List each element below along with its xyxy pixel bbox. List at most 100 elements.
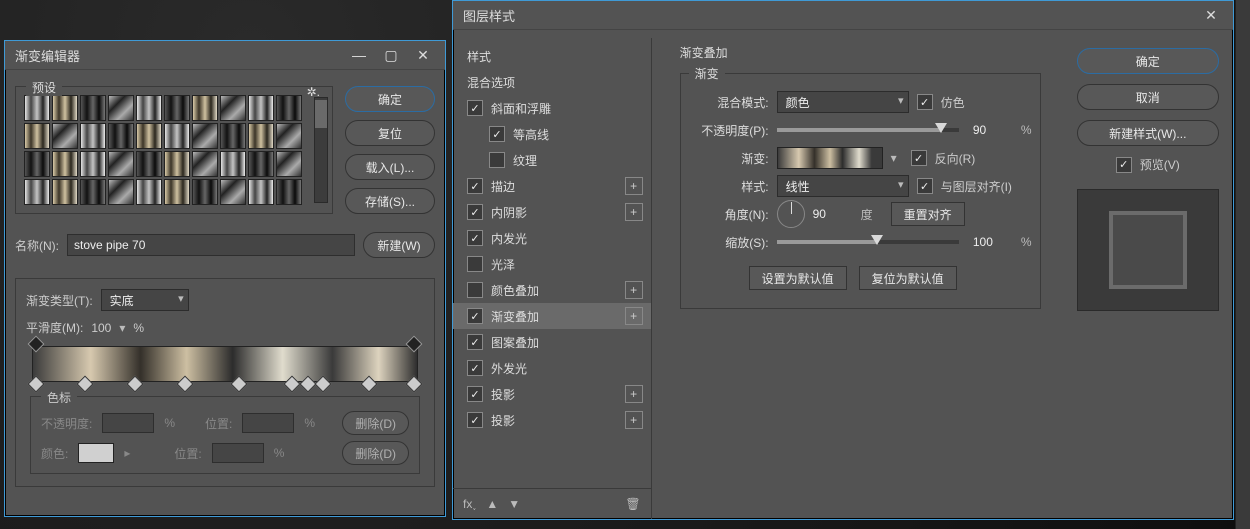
preset-swatch[interactable] xyxy=(220,179,246,205)
effect-outer-glow[interactable]: 外发光 xyxy=(453,355,651,381)
color-stop[interactable] xyxy=(77,376,94,393)
checkbox[interactable] xyxy=(467,386,483,402)
opacity-stop[interactable] xyxy=(406,336,423,353)
add-effect-icon[interactable]: + xyxy=(625,177,643,195)
gradient-editor-titlebar[interactable]: 渐变编辑器 — ▢ ✕ xyxy=(5,41,445,70)
load-button[interactable]: 载入(L)... xyxy=(345,154,435,180)
gradient-type-dropdown[interactable]: 实底 xyxy=(101,289,189,311)
opacity-stop[interactable] xyxy=(28,336,45,353)
preset-swatch[interactable] xyxy=(108,123,134,149)
reset-align-button[interactable]: 重置对齐 xyxy=(891,202,965,226)
preset-swatch[interactable] xyxy=(52,179,78,205)
checkbox[interactable] xyxy=(467,100,483,116)
effect-stroke[interactable]: 描边+ xyxy=(453,173,651,199)
preset-swatch[interactable] xyxy=(276,95,302,121)
fx-icon[interactable]: fx˯ xyxy=(463,497,476,511)
preset-swatch[interactable] xyxy=(80,179,106,205)
preset-swatch[interactable] xyxy=(136,151,162,177)
color-stop[interactable] xyxy=(230,376,247,393)
add-effect-icon[interactable]: + xyxy=(625,385,643,403)
preset-swatch[interactable] xyxy=(80,123,106,149)
preset-swatch[interactable] xyxy=(220,123,246,149)
preview-checkbox[interactable] xyxy=(1116,157,1132,173)
preset-swatch[interactable] xyxy=(24,179,50,205)
layer-style-titlebar[interactable]: 图层样式 ✕ xyxy=(453,1,1233,30)
preset-swatch[interactable] xyxy=(108,179,134,205)
maximize-button[interactable]: ▢ xyxy=(375,44,407,66)
gradient-name-field[interactable]: stove pipe 70 xyxy=(67,234,355,256)
preset-swatch[interactable] xyxy=(276,179,302,205)
preset-swatch[interactable] xyxy=(220,151,246,177)
angle-dial[interactable] xyxy=(777,200,805,228)
stop-color-location-input[interactable] xyxy=(212,443,264,463)
effect-drop-shadow-2[interactable]: 投影+ xyxy=(453,407,651,433)
preset-swatch[interactable] xyxy=(80,95,106,121)
checkbox[interactable] xyxy=(467,360,483,376)
preset-swatch[interactable] xyxy=(24,95,50,121)
preset-swatch[interactable] xyxy=(276,151,302,177)
delete-color-stop-button[interactable]: 删除(D) xyxy=(342,441,409,465)
new-button[interactable]: 新建(W) xyxy=(363,232,435,258)
reverse-checkbox[interactable] xyxy=(911,150,927,166)
checkbox[interactable] xyxy=(467,308,483,324)
delete-opacity-stop-button[interactable]: 删除(D) xyxy=(342,411,409,435)
stop-location-input[interactable] xyxy=(242,413,294,433)
move-down-icon[interactable]: ▼ xyxy=(508,497,520,511)
preset-swatch[interactable] xyxy=(136,179,162,205)
stop-opacity-input[interactable] xyxy=(102,413,154,433)
blend-options-item[interactable]: 混合选项 xyxy=(453,69,651,95)
effect-bevel[interactable]: 斜面和浮雕 xyxy=(453,95,651,121)
preset-swatch[interactable] xyxy=(24,123,50,149)
move-up-icon[interactable]: ▲ xyxy=(486,497,498,511)
close-button[interactable]: ✕ xyxy=(407,44,439,66)
color-stop[interactable] xyxy=(127,376,144,393)
checkbox[interactable] xyxy=(467,256,483,272)
gradient-ramp[interactable] xyxy=(32,346,418,382)
effect-pattern-overlay[interactable]: 图案叠加 xyxy=(453,329,651,355)
angle-value[interactable]: 90 xyxy=(813,207,853,221)
preset-swatch[interactable] xyxy=(164,179,190,205)
checkbox[interactable] xyxy=(489,126,505,142)
make-default-button[interactable]: 设置为默认值 xyxy=(749,266,847,290)
preset-swatch[interactable] xyxy=(108,151,134,177)
preset-swatch[interactable] xyxy=(80,151,106,177)
preset-swatch[interactable] xyxy=(248,179,274,205)
effect-drop-shadow[interactable]: 投影+ xyxy=(453,381,651,407)
close-button[interactable]: ✕ xyxy=(1195,4,1227,26)
checkbox[interactable] xyxy=(467,282,483,298)
preset-swatch[interactable] xyxy=(52,151,78,177)
preset-swatch[interactable] xyxy=(164,151,190,177)
ok-button[interactable]: 确定 xyxy=(1077,48,1219,74)
preset-swatch[interactable] xyxy=(108,95,134,121)
presets-scrollbar[interactable] xyxy=(314,97,328,203)
minimize-button[interactable]: — xyxy=(343,44,375,66)
gradient-picker[interactable] xyxy=(777,147,883,169)
preset-swatch[interactable] xyxy=(192,179,218,205)
checkbox[interactable] xyxy=(489,152,505,168)
checkbox[interactable] xyxy=(467,334,483,350)
color-stop[interactable] xyxy=(361,376,378,393)
preset-swatch[interactable] xyxy=(192,95,218,121)
save-button[interactable]: 存储(S)... xyxy=(345,188,435,214)
effect-inner-glow[interactable]: 内发光 xyxy=(453,225,651,251)
effect-texture[interactable]: 纹理 xyxy=(453,147,651,173)
preset-swatch[interactable] xyxy=(220,95,246,121)
preset-swatch[interactable] xyxy=(248,151,274,177)
color-stop[interactable] xyxy=(176,376,193,393)
presets-gear-icon[interactable]: ✲. xyxy=(301,85,326,99)
checkbox[interactable] xyxy=(467,230,483,246)
preset-swatch[interactable] xyxy=(24,151,50,177)
color-stop[interactable] xyxy=(284,376,301,393)
preset-swatch[interactable] xyxy=(192,151,218,177)
color-stop[interactable] xyxy=(315,376,332,393)
preset-swatch[interactable] xyxy=(52,123,78,149)
add-effect-icon[interactable]: + xyxy=(625,203,643,221)
effect-gradient-overlay[interactable]: 渐变叠加+ xyxy=(453,303,651,329)
scale-slider[interactable] xyxy=(777,240,959,244)
preset-swatch[interactable] xyxy=(248,123,274,149)
preset-swatch[interactable] xyxy=(52,95,78,121)
trash-icon[interactable]: 🗑 xyxy=(625,497,640,511)
preset-swatch[interactable] xyxy=(164,95,190,121)
align-checkbox[interactable] xyxy=(917,178,933,194)
new-style-button[interactable]: 新建样式(W)... xyxy=(1077,120,1219,146)
